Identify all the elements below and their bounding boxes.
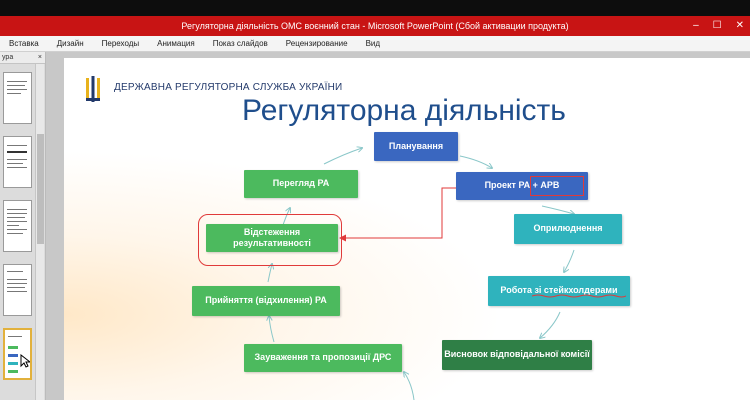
slide-thumbnail[interactable] <box>3 200 32 252</box>
slides-pane-scrollbar[interactable] <box>35 64 44 400</box>
slide-canvas: ДЕРЖАВНА РЕГУЛЯТОРНА СЛУЖБА УКРАЇНИ Регу… <box>46 52 750 400</box>
pane-close-icon[interactable]: × <box>38 52 42 64</box>
tab-transitions[interactable]: Переходы <box>93 39 149 48</box>
node-remarks[interactable]: Зауваження та пропозиції ДРС <box>244 344 402 372</box>
annotation-underline <box>532 294 626 298</box>
slides-pane: ура × <box>0 52 46 400</box>
mouse-cursor-icon <box>20 354 30 368</box>
node-publish[interactable]: Оприлюднення <box>514 214 622 244</box>
window-controls: – ☐ ✕ <box>693 16 744 36</box>
minimize-button[interactable]: – <box>693 16 699 36</box>
slide[interactable]: ДЕРЖАВНА РЕГУЛЯТОРНА СЛУЖБА УКРАЇНИ Регу… <box>64 58 750 400</box>
annotation-rectangle <box>530 176 584 196</box>
slide-thumbnail[interactable] <box>3 72 32 124</box>
node-planning[interactable]: Планування <box>374 132 458 161</box>
tab-animation[interactable]: Анимация <box>148 39 204 48</box>
window-title: Регуляторна діяльність ОМС воєнний стан … <box>181 21 569 31</box>
slides-pane-header: ура × <box>0 52 45 64</box>
node-stakeholders[interactable]: Робота зі стейкхолдерами <box>488 276 630 306</box>
tab-design[interactable]: Дизайн <box>48 39 93 48</box>
tab-slideshow[interactable]: Показ слайдов <box>204 39 277 48</box>
node-conclusion[interactable]: Висновок відповідальної комісії <box>442 340 592 370</box>
cycle-arrows <box>64 58 750 400</box>
scrollbar-thumb[interactable] <box>37 134 44 244</box>
close-button[interactable]: ✕ <box>736 16 744 36</box>
slide-thumbnail[interactable] <box>3 136 32 188</box>
tab-view[interactable]: Вид <box>357 39 389 48</box>
slides-pane-label: ура <box>2 54 14 61</box>
node-review[interactable]: Перегляд РА <box>244 170 358 198</box>
maximize-button[interactable]: ☐ <box>713 16 722 36</box>
node-adoption[interactable]: Прийняття (відхилення) РА <box>192 286 340 316</box>
window-title-bar: Регуляторна діяльність ОМС воєнний стан … <box>0 16 750 36</box>
ribbon-tabs: Вставка Дизайн Переходы Анимация Показ с… <box>0 36 750 52</box>
slide-thumbnail[interactable] <box>3 264 32 316</box>
annotation-oval <box>198 214 342 266</box>
tab-review[interactable]: Рецензирование <box>277 39 357 48</box>
tab-insert[interactable]: Вставка <box>0 39 48 48</box>
screen-top-bar <box>0 0 750 16</box>
